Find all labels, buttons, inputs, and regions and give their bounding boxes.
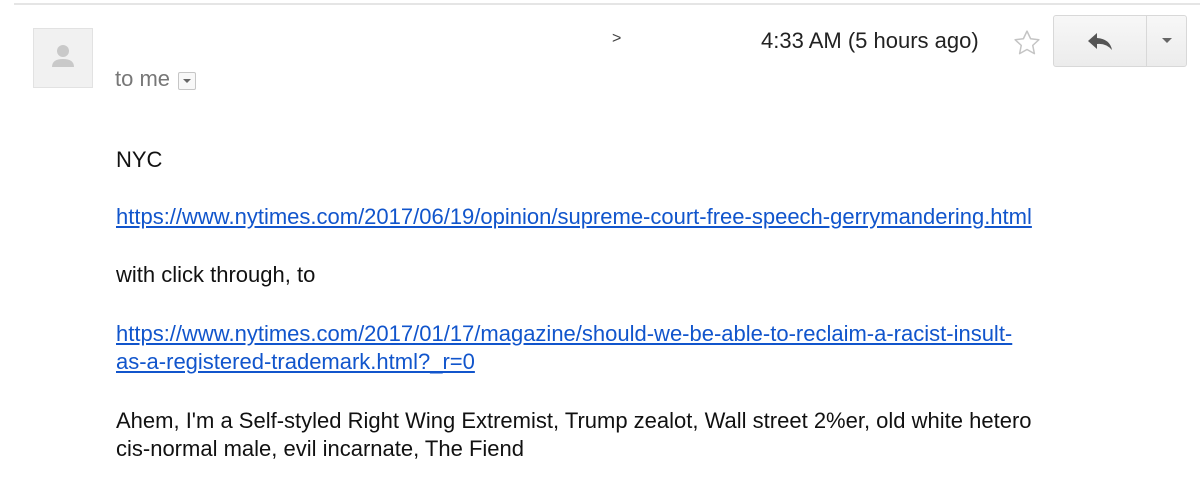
reply-arrow-icon <box>1088 33 1112 50</box>
message-line-click-through: with click through, to <box>116 262 316 287</box>
expand-details-arrow[interactable]: > <box>612 30 621 48</box>
message-link-1: https://www.nytimes.com/2017/06/19/opini… <box>116 203 1032 231</box>
nytimes-link-trademark-part1[interactable]: https://www.nytimes.com/2017/01/17/magaz… <box>116 321 1012 346</box>
recipient-details-button[interactable] <box>178 71 197 90</box>
more-options-button[interactable] <box>1147 16 1186 66</box>
nytimes-link-supreme-court[interactable]: https://www.nytimes.com/2017/06/19/opini… <box>116 204 1032 229</box>
signoff-line-1: Ahem, I'm a Self-styled Right Wing Extre… <box>116 408 1032 433</box>
signoff-line-2: cis-normal male, evil incarnate, The Fie… <box>116 436 524 461</box>
message-signoff: Ahem, I'm a Self-styled Right Wing Extre… <box>116 407 1126 463</box>
email-message-view: to me > 4:33 AM (5 hours ago) NYC https:… <box>0 0 1200 488</box>
reply-button[interactable] <box>1054 16 1147 66</box>
recipient-line: to me <box>115 66 197 92</box>
star-outline-icon[interactable] <box>1012 28 1042 58</box>
message-line-nyc: NYC <box>116 147 163 172</box>
message-link-2: https://www.nytimes.com/2017/01/17/magaz… <box>116 320 1116 376</box>
top-divider <box>14 3 1200 5</box>
person-silhouette-icon <box>52 45 74 67</box>
chevron-down-icon <box>1161 38 1172 43</box>
nytimes-link-trademark-part2[interactable]: as-a-registered-trademark.html?_r=0 <box>116 349 475 374</box>
reply-button-group <box>1053 15 1187 67</box>
dropdown-caret-icon <box>183 78 192 83</box>
recipient-label: to me <box>115 66 171 91</box>
message-timestamp: 4:33 AM (5 hours ago) <box>761 28 979 53</box>
sender-avatar[interactable] <box>33 28 93 88</box>
